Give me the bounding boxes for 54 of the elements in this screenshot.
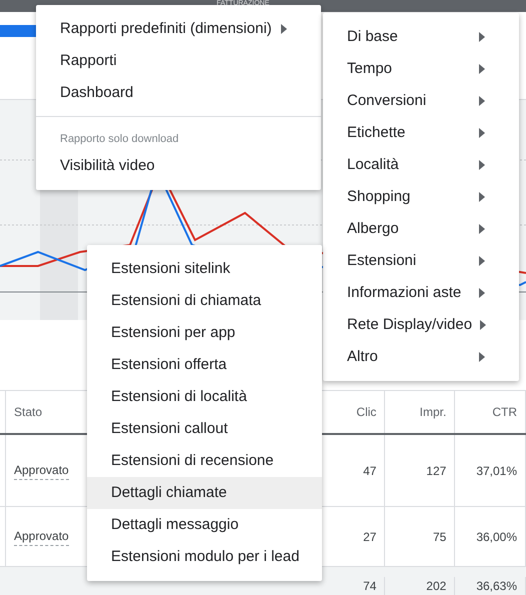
menu-item[interactable]: Estensioni di chiamata: [87, 285, 322, 317]
caret-right-icon: [479, 352, 485, 362]
menu-section-header: Rapporto solo download: [60, 132, 179, 146]
table-cell-text: 36,00%: [476, 528, 518, 546]
menu-item[interactable]: Altro: [323, 341, 519, 373]
caret-right-icon: [281, 24, 287, 34]
menu-item[interactable]: Visibilità video: [36, 150, 321, 182]
menu-item[interactable]: Dettagli messaggio: [87, 509, 322, 541]
table-cell-text: 27: [363, 528, 376, 546]
menu-item[interactable]: Di base: [323, 21, 519, 53]
menu-item[interactable]: Rete Display/video: [323, 309, 519, 341]
menu-item[interactable]: Etichette: [323, 117, 519, 149]
caret-right-icon: [479, 64, 485, 74]
menu-item[interactable]: Estensioni modulo per i lead: [87, 541, 322, 573]
total-cell-text: 202: [426, 578, 446, 595]
menu-item[interactable]: Estensioni offerta: [87, 349, 322, 381]
table-cell-text: 37,01%: [476, 462, 518, 480]
menu-item[interactable]: Località: [323, 149, 519, 181]
menu-item[interactable]: Estensioni sitelink: [87, 253, 322, 285]
menu-item[interactable]: Conversioni: [323, 85, 519, 117]
menu-item[interactable]: Estensioni di recensione: [87, 445, 322, 477]
menu-item[interactable]: Estensioni callout: [87, 413, 322, 445]
caret-right-icon: [479, 288, 485, 298]
column-header: Stato: [14, 404, 42, 421]
legend-marker: [0, 25, 36, 37]
menu-item[interactable]: Estensioni di località: [87, 381, 322, 413]
caret-right-icon: [479, 96, 485, 106]
caret-right-icon: [479, 256, 485, 266]
status-text: Approvato: [14, 461, 69, 480]
caret-right-icon: [479, 192, 485, 202]
status-text: Approvato: [14, 527, 69, 546]
column-header: Impr.: [420, 404, 446, 421]
table-cell-text: 47: [363, 462, 376, 480]
menu-item[interactable]: Estensioni per app: [87, 317, 322, 349]
menu-item[interactable]: Albergo: [323, 213, 519, 245]
column-header: CTR: [492, 404, 518, 421]
total-cell-text: 36,63%: [476, 578, 518, 595]
table-cell-text: 127: [426, 462, 446, 480]
caret-right-icon: [479, 128, 485, 138]
menu-item[interactable]: Informazioni aste: [323, 277, 519, 309]
menu-item[interactable]: Shopping: [323, 181, 519, 213]
menu-item[interactable]: Rapporti: [36, 45, 321, 77]
menu-item[interactable]: Dettagli chiamate: [87, 477, 322, 509]
menu-item[interactable]: Tempo: [323, 53, 519, 85]
caret-right-icon: [479, 224, 485, 234]
total-cell-text: 74: [363, 578, 376, 595]
caret-right-icon: [480, 320, 486, 330]
menu-item[interactable]: Dashboard: [36, 77, 321, 109]
column-header: Clic: [356, 404, 376, 421]
menu-item[interactable]: Rapporti predefiniti (dimensioni): [36, 13, 321, 45]
table-cell-text: 75: [432, 528, 446, 546]
caret-right-icon: [479, 160, 485, 170]
menu-item[interactable]: Estensioni: [323, 245, 519, 277]
caret-right-icon: [479, 32, 485, 42]
